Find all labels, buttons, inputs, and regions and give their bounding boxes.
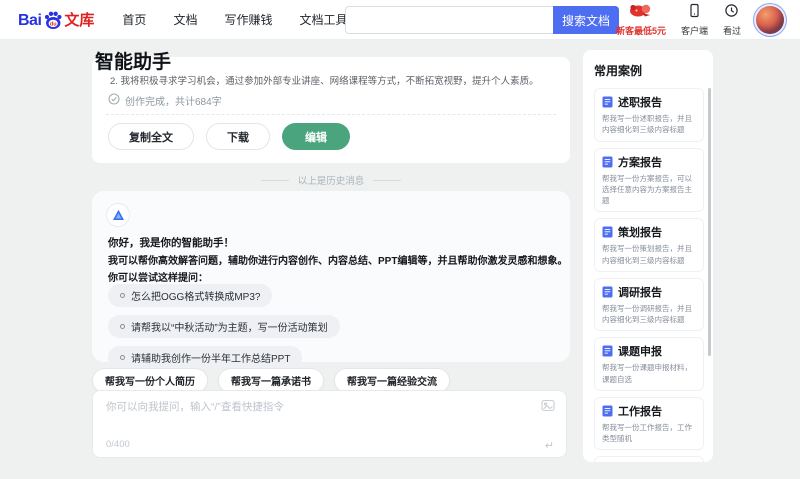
client-label: 客户端 [680,26,708,36]
search-bar: 搜索文档 [345,6,619,34]
composer-input[interactable] [106,399,526,431]
case-header: 工作报告 [602,403,696,419]
history-actions: 复制全文 下载 编辑 [108,123,350,150]
nav-item[interactable]: 写作赚钱 [224,11,272,28]
case-header: 调研报告 [602,284,696,300]
prompt-pill[interactable]: 怎么把OGG格式转换成MP3? [108,284,273,307]
history-divider: 以上是历史消息 [92,173,570,187]
dotted-separator [106,114,556,115]
search-input[interactable] [345,6,553,34]
greeting-body: 我可以帮你高效解答问题，辅助你进行内容创作、内容总结、PPT编辑等，并且帮助你激… [108,256,568,267]
enter-icon[interactable]: ↵ [545,439,554,452]
clock-icon [724,3,739,23]
navbar-right: 新客最低5元 客户端 看过 [616,0,784,40]
case-header: 方案报告 [602,154,696,170]
phone-icon [687,3,702,23]
baidu-paw-icon: du [43,10,63,30]
svg-text:du: du [50,22,57,28]
prompt-bullet-icon [120,324,125,329]
edit-button[interactable]: 编辑 [282,123,350,150]
prompt-bullet-icon [120,293,125,298]
doc-icon [602,156,613,167]
case-card[interactable]: 思想汇报 帮我写一份思想汇报 [594,456,704,462]
baidu-wenku-page: Bai du 文库 首页 文档 写作赚钱 文档工具 更多 搜索文档 [0,0,800,479]
viewed-entry[interactable]: 看过 [723,3,741,37]
doc-icon [602,286,613,298]
divider-line [260,179,289,181]
case-card[interactable]: 策划报告 帮我写一份策划报告，并且内容细化到三级内容标题 [594,218,704,272]
case-card[interactable]: 工作报告 帮我写一份工作报告，工作类型随机 [594,396,704,451]
case-card[interactable]: 方案报告 帮我写一份方案报告，可以选择任意内容为方案报告主题 [594,147,704,213]
case-list: 述职报告 帮我写一份述职报告，并且内容细化到三级内容标题 方案报告 帮我写一份方… [594,88,704,462]
case-desc: 帮我写一份策划报告，并且内容细化到三级内容标题 [602,244,692,265]
doc-icon [602,345,613,357]
promo-entry[interactable]: 新客最低5元 [616,3,666,37]
case-card[interactable]: 述职报告 帮我写一份述职报告，并且内容细化到三级内容标题 [594,88,704,142]
case-desc: 帮我写一份课题申报材料，课题自选 [602,363,692,384]
viewed-label: 看过 [722,26,741,36]
nav-item[interactable]: 文档 [173,11,197,28]
copy-all-button[interactable]: 复制全文 [108,123,194,150]
page-title: 智能助手 [95,52,172,73]
assistant-message: 你好，我是你的智能助手！ 我可以帮你高效解答问题，辅助你进行内容创作、内容总结、… [92,191,570,369]
baidu-logo[interactable]: Bai du 文库 [18,9,94,30]
case-header: 策划报告 [602,224,696,240]
case-card[interactable]: 调研报告 帮我写一份调研报告，并且内容细化到三级内容标题 [594,277,704,332]
user-avatar[interactable] [756,6,784,34]
doc-icon [602,405,613,417]
sidebar-scrollbar[interactable] [708,88,711,356]
logo-text-wenku: 文库 [64,12,95,29]
prompt-bullet-icon [120,355,125,360]
case-title: 述职报告 [618,97,662,109]
case-desc: 帮我写一份工作报告，工作类型随机 [602,422,692,443]
promo-icon [626,3,656,23]
char-counter: 0/400 [106,439,130,450]
divider-label: 以上是历史消息 [297,176,365,187]
promo-label: 新客最低5元 [615,26,666,36]
case-title: 工作报告 [618,405,662,418]
status-text: 创作完成，共计684字 [125,97,222,108]
case-desc: 帮我写一份述职报告，并且内容细化到三级内容标题 [602,114,692,135]
greeting-hint: 你可以尝试这样提问： [108,273,208,284]
case-desc: 帮我写一份调研报告，并且内容细化到三级内容标题 [602,303,692,324]
doc-icon [602,96,613,108]
greeting-title: 你好，我是你的智能助手！ [108,237,234,249]
history-generated-text: 2. 我将积极寻求学习机会，通过参加外部专业讲座、网络课程等方式，不断拓宽视野，… [110,76,539,87]
case-title: 课题申报 [618,346,662,359]
assistant-avatar [106,203,130,227]
image-upload-icon[interactable] [541,399,555,412]
prompt-text: 请帮我以“中秋活动”为主题，写一份活动策划 [131,323,328,334]
logo-text-bai: Bai [18,12,42,29]
doc-icon [602,226,613,238]
search-button[interactable]: 搜索文档 [553,6,619,34]
sidebar-title: 常用案例 [594,64,643,78]
prompt-text: 请辅助我创作一份半年工作总结PPT [131,354,291,365]
composer: 0/400 ↵ [92,390,567,458]
case-title: 策划报告 [618,227,662,240]
nav-item[interactable]: 文档工具 [299,11,347,28]
download-button[interactable]: 下载 [206,123,270,150]
prompt-pill[interactable]: 请帮我以“中秋活动”为主题，写一份活动策划 [108,315,340,338]
case-header: 课题申报 [602,343,696,359]
divider-line [373,179,402,181]
top-navbar: Bai du 文库 首页 文档 写作赚钱 文档工具 更多 搜索文档 [0,0,800,40]
case-title: 方案报告 [618,156,662,169]
common-cases-panel: 常用案例 述职报告 帮我写一份述职报告，并且内容细化到三级内容标题 方案报告 帮… [583,50,713,462]
case-card[interactable]: 课题申报 帮我写一份课题申报材料，课题自选 [594,337,704,391]
case-title: 调研报告 [618,286,662,299]
assistant-logo-icon [112,209,124,220]
generation-status: 创作完成，共计684字 [108,93,222,108]
prompt-pill[interactable]: 请辅助我创作一份半年工作总结PPT [108,346,303,369]
client-entry[interactable]: 客户端 [681,3,708,37]
example-prompts: 怎么把OGG格式转换成MP3? 请帮我以“中秋活动”为主题，写一份活动策划 请辅… [108,284,340,369]
nav-item[interactable]: 首页 [122,11,146,28]
case-header: 述职报告 [602,94,696,110]
prompt-text: 怎么把OGG格式转换成MP3? [131,292,261,303]
case-desc: 帮我写一份方案报告，可以选择任意内容为方案报告主题 [602,173,692,206]
check-circle-icon [108,93,120,108]
